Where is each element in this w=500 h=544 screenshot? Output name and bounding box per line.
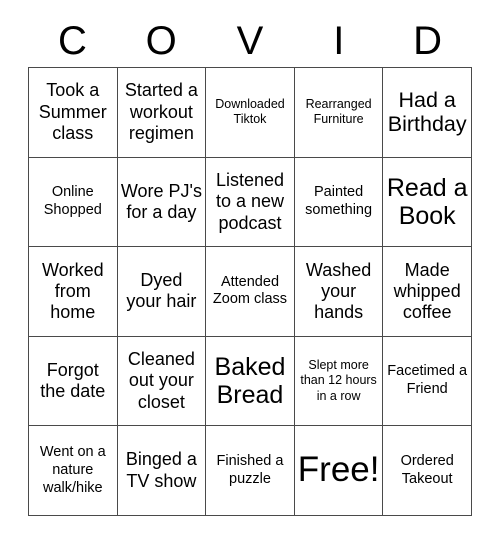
bingo-cell-label: Made whipped coffee (393, 259, 461, 323)
bingo-cell-label: Binged a TV show (125, 449, 197, 491)
bingo-cell-r2c3[interactable]: Listened to a new podcast (206, 157, 295, 248)
bingo-cell-r1c1[interactable]: Took a Summer class (29, 68, 118, 158)
bingo-cell-r4c4[interactable]: Slept more than 12 hours in a row (294, 336, 384, 427)
bingo-cell-r2c2[interactable]: Wore PJ's for a day (117, 157, 207, 248)
bingo-cell-label: Attended Zoom class (212, 273, 288, 308)
bingo-cell-r3c2[interactable]: Dyed your hair (117, 247, 207, 337)
bingo-cell-label: Took a Summer class (38, 80, 107, 143)
bingo-cell-label: Ordered Takeout (400, 453, 454, 487)
bingo-cell-label: Started a workout regimen (124, 80, 198, 143)
bingo-cell-r3c4[interactable]: Washed your hands (294, 247, 384, 337)
header-letter-d: D (413, 19, 443, 63)
bingo-cell-r5c3[interactable]: Finished a puzzle (206, 426, 295, 516)
bingo-cell-label: Went on a nature walk/hike (39, 444, 106, 496)
header-letter-i: I (333, 19, 345, 63)
bingo-cell-label: Listened to a new podcast (215, 170, 285, 233)
bingo-card: C O V I D Took a Summer class Started a w… (0, 0, 500, 544)
bingo-cell-label: Free! (297, 450, 380, 490)
header-letter-c: C (57, 19, 87, 63)
bingo-cell-r5c2[interactable]: Binged a TV show (117, 426, 207, 516)
bingo-cell-r4c2[interactable]: Cleaned out your closet (117, 336, 207, 427)
bingo-cell-label: Facetimed a Friend (387, 363, 468, 398)
bingo-cell-r4c1[interactable]: Forgot the date (29, 336, 118, 427)
bingo-cell-label: Cleaned out your closet (127, 349, 195, 412)
bingo-cell-label: Rearranged Furniture (305, 96, 372, 127)
bingo-cell-r3c1[interactable]: Worked from home (29, 247, 118, 337)
bingo-cell-label: Read a Book (386, 173, 468, 230)
bingo-cell-label: Forgot the date (40, 359, 106, 402)
bingo-cell-r3c5[interactable]: Made whipped coffee (383, 247, 472, 337)
bingo-cell-label: Finished a puzzle (216, 453, 284, 487)
bingo-header-row: C O V I D (28, 16, 472, 66)
bingo-cell-r1c3[interactable]: Downloaded Tiktok (206, 68, 295, 158)
bingo-cell-label: Downloaded Tiktok (215, 96, 285, 127)
bingo-cell-r2c5[interactable]: Read a Book (383, 157, 472, 248)
bingo-cell-r1c5[interactable]: Had a Birthday (383, 68, 472, 158)
bingo-cell-label: Online Shopped (43, 184, 102, 218)
bingo-cell-label: Washed your hands (305, 259, 372, 323)
bingo-cell-r3c3[interactable]: Attended Zoom class (206, 247, 295, 337)
bingo-cell-r4c5[interactable]: Facetimed a Friend (383, 336, 472, 427)
bingo-cell-r2c4[interactable]: Painted something (294, 157, 384, 248)
bingo-cell-label: Baked Bread (214, 353, 286, 410)
bingo-cell-r5c5[interactable]: Ordered Takeout (383, 426, 472, 516)
bingo-cell-r5c1[interactable]: Went on a nature walk/hike (29, 426, 118, 516)
bingo-cell-label: Painted something (305, 184, 373, 218)
header-letter-v: V (236, 19, 264, 63)
bingo-cell-r1c2[interactable]: Started a workout regimen (117, 68, 207, 158)
bingo-cell-label: Slept more than 12 hours in a row (300, 357, 377, 403)
bingo-cell-r5c4[interactable]: Free! (294, 426, 384, 516)
bingo-cell-r4c3[interactable]: Baked Bread (206, 336, 295, 427)
bingo-cell-r1c4[interactable]: Rearranged Furniture (294, 68, 384, 158)
bingo-cell-label: Worked from home (41, 259, 104, 323)
header-letter-o: O (145, 19, 177, 63)
bingo-cell-label: Had a Birthday (387, 87, 467, 137)
bingo-cell-r2c1[interactable]: Online Shopped (29, 157, 118, 248)
bingo-grid: Took a Summer class Started a workout reg… (28, 67, 472, 516)
bingo-cell-label: Wore PJ's for a day (120, 180, 202, 222)
bingo-cell-label: Dyed your hair (126, 270, 197, 312)
